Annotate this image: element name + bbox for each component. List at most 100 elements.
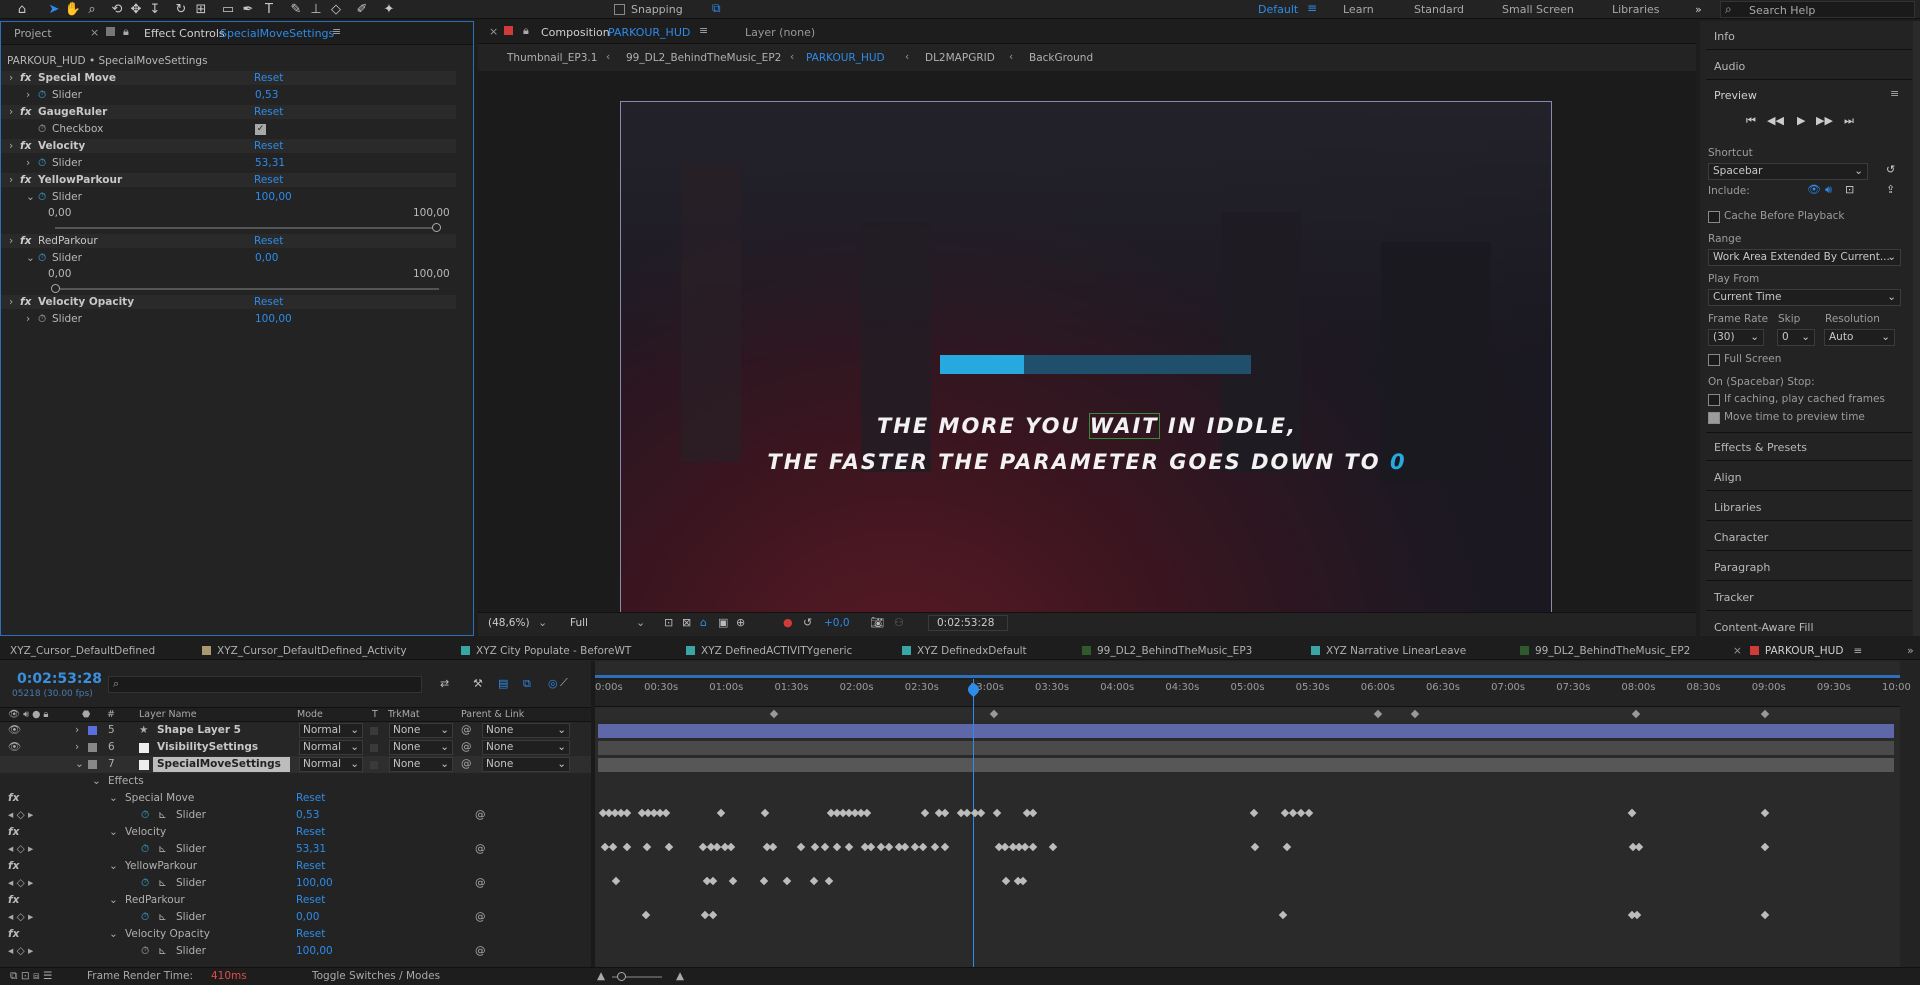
- workspace-menu-icon[interactable]: ≡: [1307, 1, 1317, 15]
- puppet-tool-icon[interactable]: ✦: [380, 1, 398, 18]
- effect-group-row[interactable]: fx ⌄ Velocity Opacity Reset: [0, 926, 591, 943]
- prev-frame-icon[interactable]: ◀◀: [1767, 114, 1784, 127]
- motion-blur-icon[interactable]: ◎: [548, 677, 558, 690]
- panel-tracker[interactable]: Tracker: [1714, 591, 1754, 604]
- effect-group-row[interactable]: fx ⌄ Special Move Reset: [0, 790, 591, 807]
- yellow-slider-track[interactable]: [55, 227, 439, 229]
- comp-mini-flowchart-icon[interactable]: ⇄: [440, 677, 449, 690]
- tab-layer[interactable]: Layer (none): [745, 26, 815, 39]
- reset-link[interactable]: Reset: [254, 173, 283, 187]
- panel-effects-presets[interactable]: Effects & Presets: [1714, 441, 1807, 454]
- graph-editor-icon[interactable]: ⟋: [560, 676, 568, 690]
- mask-visibility-icon[interactable]: ⌂: [700, 616, 707, 629]
- slider-value[interactable]: 53,31: [296, 841, 326, 858]
- include-overlays-icon[interactable]: ⊡: [1845, 183, 1854, 196]
- move-time-checkbox[interactable]: [1708, 412, 1720, 424]
- slider-property-row[interactable]: ◂ ◇ ▸ ⏱︎ ⊾ Slider 100,00 @: [0, 875, 591, 892]
- effect-group-row[interactable]: fx ⌄ RedParkour Reset: [0, 892, 591, 909]
- resolution-dropdown[interactable]: Full: [570, 617, 588, 629]
- reset-link[interactable]: Reset: [254, 105, 283, 119]
- timeline-tab-6[interactable]: XYZ Narrative LinearLeave: [1311, 645, 1466, 657]
- reset-link[interactable]: Reset: [296, 892, 325, 909]
- stopwatch-icon[interactable]: ⏱︎: [38, 122, 46, 136]
- channel-icon[interactable]: ⊕: [736, 616, 745, 629]
- resolution-dropdown[interactable]: Auto ⌄: [1824, 329, 1895, 346]
- timeline-tab-0[interactable]: XYZ_Cursor_DefaultDefined: [10, 645, 155, 657]
- workspace-default[interactable]: Default: [1258, 3, 1298, 16]
- panel-content-aware-fill[interactable]: Content-Aware Fill: [1714, 621, 1814, 634]
- timeline-overflow-icon[interactable]: »: [1907, 644, 1914, 657]
- reset-link[interactable]: Reset: [296, 926, 325, 943]
- type-tool-icon[interactable]: T: [260, 1, 278, 18]
- slider-value[interactable]: 100,00: [296, 875, 333, 892]
- layer-bar-specialmove[interactable]: [598, 758, 1894, 772]
- right-panel-scrollbar[interactable]: [1913, 21, 1920, 636]
- slider-value[interactable]: 0,00: [296, 909, 319, 926]
- orbit-tool-icon[interactable]: ⟲: [108, 1, 126, 18]
- audio-panel[interactable]: Audio: [1714, 60, 1745, 73]
- effect-group-row[interactable]: fx ⌄ YellowParkour Reset: [0, 858, 591, 875]
- overflow-icon[interactable]: »: [1695, 3, 1702, 16]
- effect-group-row[interactable]: fx ⌄ Velocity Reset: [0, 824, 591, 841]
- flow-parkour-hud[interactable]: PARKOUR_HUD: [806, 52, 885, 64]
- effect-velocity-opacity[interactable]: › fx Velocity Opacity Reset: [1, 295, 456, 309]
- close-icon[interactable]: ×: [90, 26, 99, 39]
- timeline-timecode[interactable]: 0:02:53:28: [17, 671, 102, 687]
- stopwatch-icon[interactable]: ⏱︎: [38, 251, 46, 265]
- composition-viewer[interactable]: THE MORE YOU WAIT IN IDDLE, THE FASTER T…: [478, 71, 1696, 631]
- region-of-interest-icon[interactable]: ⊡: [664, 616, 673, 629]
- layer-bar-visibility[interactable]: [598, 741, 1894, 755]
- slider-value[interactable]: 100,00: [296, 943, 333, 960]
- zoom-out-icon[interactable]: ▲: [597, 968, 605, 985]
- zoom-dropdown[interactable]: (48,6%): [488, 617, 530, 629]
- selection-tool-icon[interactable]: ➤: [45, 1, 63, 18]
- reset-link[interactable]: Reset: [254, 71, 283, 85]
- show-snapshot-icon[interactable]: ⚇: [894, 616, 904, 629]
- transparency-grid-icon[interactable]: ⊠: [682, 616, 691, 629]
- reset-link[interactable]: Reset: [296, 824, 325, 841]
- zoom-in-icon[interactable]: ▲: [676, 968, 684, 985]
- include-audio-icon[interactable]: 🔊︎: [1825, 183, 1832, 197]
- last-frame-icon[interactable]: ⏭: [1844, 114, 1854, 128]
- reset-link[interactable]: Reset: [254, 295, 283, 309]
- hand-tool-icon[interactable]: ✋: [64, 1, 82, 18]
- draft-3d-icon[interactable]: ⚒: [473, 677, 483, 690]
- playhead[interactable]: [973, 679, 974, 969]
- layer-bar-shape[interactable]: [598, 724, 1894, 738]
- stopwatch-icon[interactable]: ⏱︎: [38, 312, 46, 326]
- color-management-icon[interactable]: ●: [783, 616, 793, 629]
- reset-shortcut-icon[interactable]: ↺: [1886, 163, 1895, 176]
- timeline-tab-1[interactable]: XYZ_Cursor_DefaultDefined_Activity: [202, 645, 407, 657]
- work-area-bar[interactable]: [595, 675, 1900, 678]
- slider-property-row[interactable]: ◂ ◇ ▸ ⏱︎ ⊾ Slider 0,00 @: [0, 909, 591, 926]
- reset-link[interactable]: Reset: [296, 790, 325, 807]
- search-help-field[interactable]: ⌕ Search Help: [1720, 1, 1915, 18]
- pen-tool-icon[interactable]: ✒: [239, 1, 257, 18]
- timeline-tab-3[interactable]: XYZ DefinedACTIVITYgeneric: [686, 645, 852, 657]
- info-panel[interactable]: Info: [1714, 30, 1735, 43]
- lock-icon[interactable]: 🔒︎: [523, 24, 529, 38]
- tab-effect-controls[interactable]: Effect Controls: [144, 27, 225, 40]
- dolly-tool-icon[interactable]: ↧: [146, 1, 164, 18]
- effect-special-move[interactable]: › fx Special Move Reset: [1, 71, 456, 85]
- reset-link[interactable]: Reset: [254, 139, 283, 153]
- workspace-small-screen[interactable]: Small Screen: [1502, 3, 1574, 16]
- first-frame-icon[interactable]: ⏮: [1746, 114, 1756, 128]
- play-icon[interactable]: ▶: [1797, 114, 1805, 127]
- slider-value[interactable]: 0,53: [296, 807, 319, 824]
- slider-value[interactable]: 100,00: [255, 190, 292, 204]
- snapping-checkbox[interactable]: [614, 4, 625, 15]
- toggle-switches-modes[interactable]: Toggle Switches / Modes: [312, 968, 440, 985]
- effects-group[interactable]: ⌄ Effects: [0, 773, 591, 790]
- exposure-value[interactable]: +0,0: [824, 617, 850, 629]
- zoom-tool-icon[interactable]: ⌕: [83, 1, 101, 18]
- close-icon[interactable]: ×: [489, 25, 498, 38]
- layer-row[interactable]: 👁︎ › 6 VisibilitySettings Normal ⌄ None ⌄ …: [0, 739, 591, 756]
- full-screen-checkbox[interactable]: [1708, 354, 1720, 366]
- range-dropdown[interactable]: Work Area Extended By Current... ⌄: [1708, 249, 1901, 266]
- reset-link[interactable]: Reset: [296, 858, 325, 875]
- slider-value[interactable]: 53,31: [255, 156, 285, 170]
- roto-brush-icon[interactable]: ✐: [353, 1, 371, 18]
- lock-icon[interactable]: 🔒︎: [123, 25, 129, 39]
- tab-composition[interactable]: Composition: [541, 26, 610, 39]
